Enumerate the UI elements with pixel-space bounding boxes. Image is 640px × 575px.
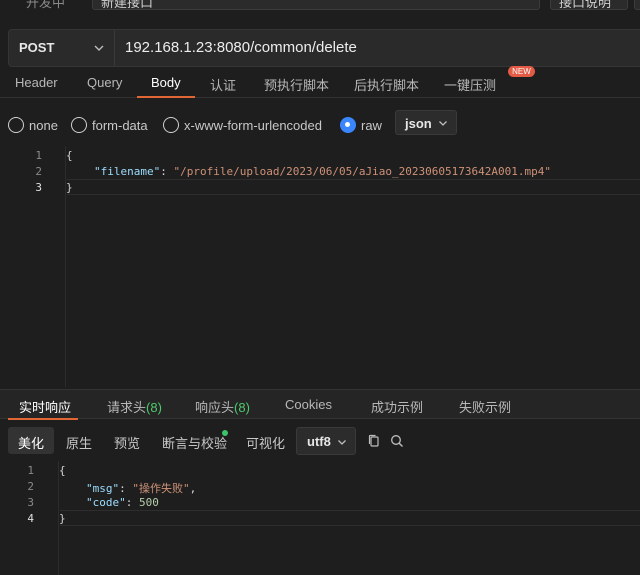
tab-failure-example[interactable]: 失败示例 [459,397,511,416]
tab-body[interactable]: Body [151,75,181,90]
current-line-highlight [67,179,640,195]
tab-request-headers[interactable]: 请求头(8) [107,397,162,416]
active-response-tab-indicator [8,418,78,420]
code-line: "code": 500 [86,496,159,509]
raw-format-label: json [405,116,432,131]
line-number: 3 [27,496,34,509]
code-line: { [66,149,73,162]
radio-raw-label[interactable]: raw [361,118,382,133]
tab-cookies[interactable]: Cookies [285,397,332,412]
radio-none[interactable] [8,117,24,133]
code-line: { [59,464,66,477]
method-select[interactable]: POST [9,30,115,66]
view-raw-button[interactable]: 原生 [66,427,92,454]
line-number: 2 [27,480,34,493]
request-tabs: Header Query Body 认证 预执行脚本 后执行脚本 一键压测 [0,68,640,98]
tab-stress-test[interactable]: 一键压测 [444,75,496,94]
line-number: 3 [35,181,42,194]
line-gutter: 1 2 3 [0,146,66,387]
assertion-status-dot [222,430,228,436]
encoding-label: utf8 [307,434,331,449]
method-label: POST [19,40,55,55]
tab-live-response[interactable]: 实时响应 [19,397,71,416]
radio-none-label[interactable]: none [29,118,58,133]
tab-post-script[interactable]: 后执行脚本 [354,75,419,94]
view-visualize-button[interactable]: 可视化 [246,427,285,454]
radio-urlencoded[interactable] [163,117,179,133]
copy-icon[interactable] [366,433,382,449]
api-doc-button[interactable]: 接口说明 [550,0,628,11]
current-line-highlight [60,510,640,526]
tab-pre-script[interactable]: 预执行脚本 [264,75,329,94]
url-input[interactable]: 192.168.1.23:8080/common/delete [125,39,357,56]
top-extra-button[interactable] [634,0,640,10]
response-body-viewer[interactable]: 1 2 3 4 { "msg": "操作失败", "code": 500 } [0,461,640,575]
search-icon[interactable] [389,433,405,449]
raw-format-select[interactable]: json [395,110,457,135]
line-gutter: 1 2 3 4 [0,461,59,575]
top-strip: 开发中 新建接口 接口说明 [0,0,640,14]
tab-query[interactable]: Query [87,75,122,90]
code-line: } [59,512,66,525]
radio-form-data[interactable] [71,117,87,133]
encoding-select[interactable]: utf8 [296,427,356,455]
radio-form-data-label[interactable]: form-data [92,118,148,133]
chevron-down-icon [94,45,104,51]
line-number: 4 [27,512,34,525]
api-name-input[interactable]: 新建接口 [92,0,540,11]
url-bar: POST 192.168.1.23:8080/common/delete [8,29,640,67]
body-type-group: none form-data x-www-form-urlencoded raw… [0,110,640,140]
code-line: } [66,181,73,194]
active-tab-indicator [137,96,195,98]
line-number: 2 [35,165,42,178]
view-preview-button[interactable]: 预览 [114,427,140,454]
response-tabs: 实时响应 请求头(8) 响应头(8) Cookies 成功示例 失败示例 [0,389,640,420]
view-pretty-button[interactable]: 美化 [8,427,54,454]
line-number: 1 [27,464,34,477]
line-number: 1 [35,149,42,162]
tab-header[interactable]: Header [15,75,58,90]
tab-response-headers[interactable]: 响应头(8) [195,397,250,416]
response-toolbar: 美化 原生 预览 断言与校验 可视化 utf8 [0,427,640,457]
status-label: 开发中 [26,0,66,11]
radio-raw[interactable] [340,117,356,133]
chevron-down-icon [338,440,346,445]
code-line: "filename": "/profile/upload/2023/06/05/… [94,165,551,178]
new-badge: NEW [508,66,535,77]
radio-urlencoded-label[interactable]: x-www-form-urlencoded [184,118,322,133]
tab-success-example[interactable]: 成功示例 [371,397,423,416]
code-line: "msg": "操作失败", [86,482,197,495]
request-body-editor[interactable]: 1 2 3 { "filename": "/profile/upload/202… [0,146,640,387]
tab-auth[interactable]: 认证 [210,75,236,94]
chevron-down-icon [439,121,447,126]
view-assertion-button[interactable]: 断言与校验 [162,427,227,454]
